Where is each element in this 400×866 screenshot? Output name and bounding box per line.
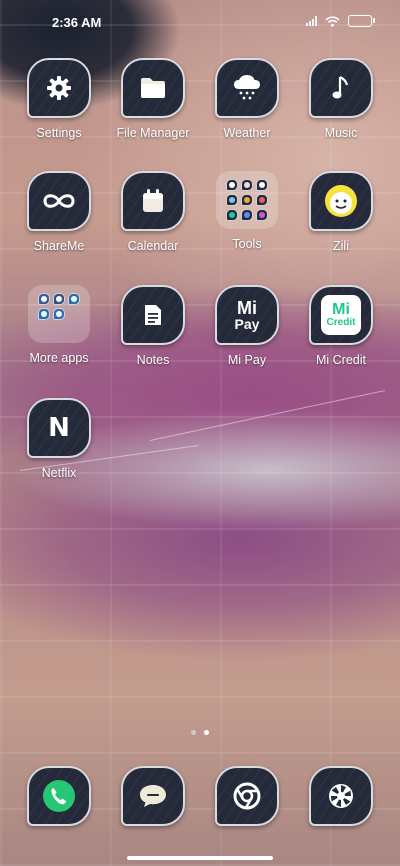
dock-app-messages[interactable] <box>106 766 200 826</box>
home-indicator[interactable] <box>127 856 273 860</box>
calendar-icon <box>121 171 185 231</box>
app-mi-pay[interactable]: Mi Pay Mi Pay <box>200 285 294 367</box>
app-label: Calendar <box>127 239 179 253</box>
wifi-icon <box>325 15 340 27</box>
app-label: Settings <box>36 126 82 140</box>
app-label: Weather <box>223 126 271 140</box>
folder-tools[interactable]: Tools <box>200 171 294 251</box>
folder-icon <box>121 58 185 118</box>
app-label: Zili <box>333 239 349 253</box>
battery-icon <box>348 15 375 27</box>
app-calendar[interactable]: Calendar <box>106 171 200 253</box>
app-label: Mi Pay <box>227 353 267 367</box>
mi-logo-text: Mi <box>237 298 257 318</box>
mi-logo-text: Mi <box>332 301 350 318</box>
folder-more-apps[interactable]: More apps <box>12 285 106 365</box>
wallpaper-crack <box>149 390 385 441</box>
app-label: More apps <box>29 351 89 365</box>
app-label: Music <box>324 126 358 140</box>
chrome-icon <box>215 766 279 826</box>
app-notes[interactable]: Notes <box>106 285 200 367</box>
pay-text: Pay <box>234 316 260 332</box>
page-dot[interactable] <box>191 730 196 735</box>
dock-app-chrome[interactable] <box>200 766 294 826</box>
app-label: File Manager <box>116 126 190 140</box>
camera-aperture-icon <box>309 766 373 826</box>
music-note-icon <box>309 58 373 118</box>
mi-pay-icon: Mi Pay <box>215 285 279 345</box>
netflix-icon: N <box>27 398 91 458</box>
app-music[interactable]: Music <box>294 58 388 140</box>
app-label: ShareMe <box>33 239 85 253</box>
mi-credit-icon: Mi Credit <box>309 285 373 345</box>
note-icon <box>121 285 185 345</box>
phone-icon <box>27 766 91 826</box>
status-bar: 2:36 AM <box>0 0 400 44</box>
zili-face-icon <box>309 171 373 231</box>
netflix-letter: N <box>48 413 70 443</box>
app-netflix[interactable]: N Netflix <box>12 398 106 480</box>
cloud-snow-icon <box>215 58 279 118</box>
app-settings[interactable]: Settings <box>12 58 106 140</box>
folder-grid-icon <box>28 285 90 343</box>
app-zili[interactable]: Zili <box>294 171 388 253</box>
app-label: Mi Credit <box>315 353 366 367</box>
app-mi-credit[interactable]: Mi Credit Mi Credit <box>294 285 388 367</box>
page-dot-active[interactable] <box>204 730 209 735</box>
folder-grid-icon <box>216 171 278 229</box>
status-time: 2:36 AM <box>52 15 102 30</box>
page-indicator <box>0 730 400 735</box>
signal-icon <box>306 16 317 26</box>
dock-app-camera[interactable] <box>294 766 388 826</box>
dock-app-phone[interactable] <box>12 766 106 826</box>
infinity-icon <box>27 171 91 231</box>
app-label: Tools <box>232 237 262 251</box>
message-icon <box>121 766 185 826</box>
credit-text: Credit <box>326 317 356 328</box>
app-label: Netflix <box>41 466 77 480</box>
app-label: Notes <box>136 353 170 367</box>
gear-icon <box>27 58 91 118</box>
app-shareme[interactable]: ShareMe <box>12 171 106 253</box>
app-weather[interactable]: Weather <box>200 58 294 140</box>
app-file-manager[interactable]: File Manager <box>106 58 200 140</box>
